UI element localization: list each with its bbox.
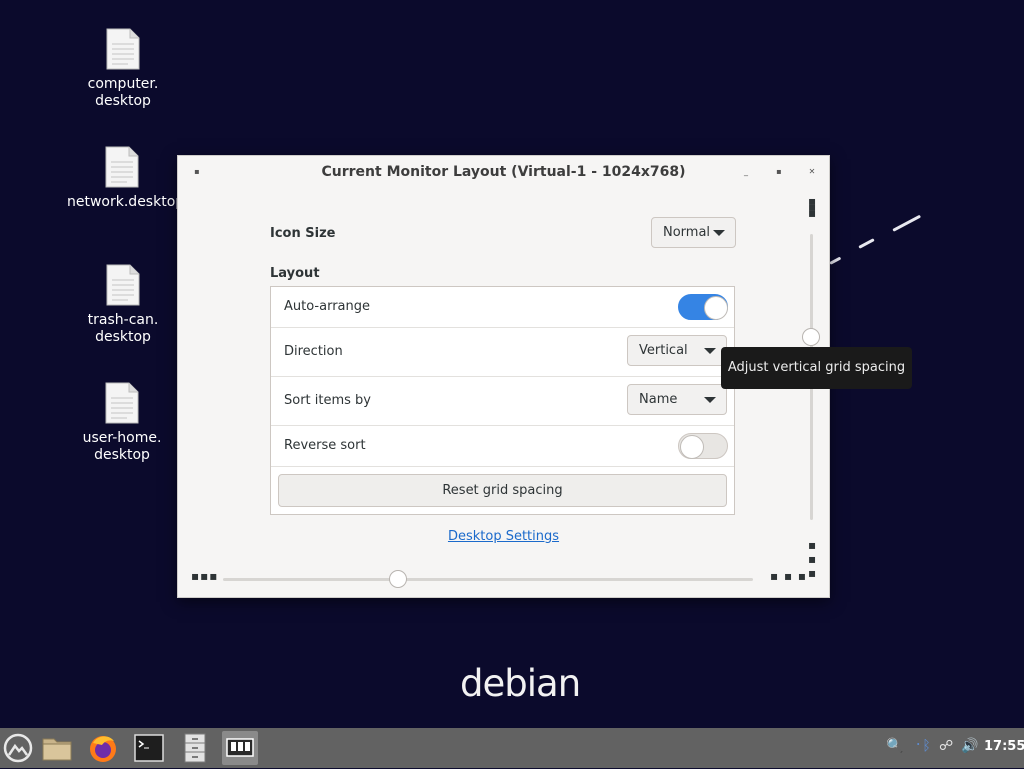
- minimize-icon[interactable]: _: [741, 167, 751, 177]
- auto-arrange-switch[interactable]: [678, 294, 728, 320]
- cabinet-icon[interactable]: [177, 731, 213, 765]
- sort-label: Sort items by: [284, 393, 372, 408]
- file-manager-icon[interactable]: [39, 731, 75, 765]
- reset-grid-spacing-button[interactable]: Reset grid spacing: [278, 474, 727, 507]
- debian-swirl-line: [829, 256, 842, 265]
- terminal-icon[interactable]: [131, 731, 167, 765]
- desktop-icon-network[interactable]: network.desktop: [67, 146, 185, 211]
- desktop-settings-link[interactable]: Desktop Settings: [178, 529, 829, 544]
- direction-label: Direction: [284, 344, 343, 359]
- window-title: Current Monitor Layout (Virtual-1 - 1024…: [321, 164, 686, 180]
- switch-knob: [680, 435, 704, 459]
- desktop-icon-label: computer. desktop: [87, 76, 159, 109]
- horizontal-grip-right-icon: ▪ ▪ ▪: [770, 569, 808, 583]
- sort-dropdown[interactable]: Name: [627, 384, 727, 415]
- window-titlebar[interactable]: ▪ Current Monitor Layout (Virtual-1 - 10…: [178, 156, 829, 188]
- desktop-icon-label: network.desktop: [67, 194, 185, 210]
- icon-size-label: Icon Size: [270, 226, 336, 241]
- icon-size-value: Normal: [663, 225, 711, 240]
- reverse-sort-label: Reverse sort: [284, 438, 366, 453]
- tooltip: Adjust vertical grid spacing: [721, 347, 912, 389]
- document-icon: [106, 28, 140, 70]
- document-icon: [105, 382, 139, 424]
- debian-swirl-line: [858, 238, 875, 249]
- firefox-icon[interactable]: [85, 731, 121, 765]
- network-icon[interactable]: ☍: [939, 738, 953, 754]
- horizontal-grip-left-icon: ▪▪▪: [191, 569, 219, 583]
- horizontal-spacing-slider[interactable]: [223, 570, 753, 588]
- direction-row: Direction Vertical: [271, 328, 734, 377]
- desktop-icon-label: user-home. desktop: [82, 430, 162, 463]
- document-icon: [106, 264, 140, 306]
- sort-value: Name: [639, 392, 678, 407]
- vertical-grip-bottom-icon: ▪ ▪ ▪: [808, 538, 818, 580]
- bluetooth-icon[interactable]: ᛫ᛒ: [914, 738, 931, 754]
- display-settings-icon[interactable]: [222, 731, 258, 765]
- desktop-icon-user-home[interactable]: user-home. desktop: [67, 382, 177, 464]
- chevron-down-icon: [704, 348, 716, 354]
- screen-tool-icon[interactable]: 🔍: [886, 738, 903, 754]
- icon-size-dropdown[interactable]: Normal: [651, 217, 736, 248]
- desktop-icon-computer[interactable]: computer. desktop: [68, 28, 178, 110]
- close-icon[interactable]: ✕: [807, 167, 817, 177]
- desktop-icon-label: trash-can. desktop: [87, 312, 159, 345]
- volume-icon[interactable]: 🔊: [961, 738, 978, 754]
- direction-value: Vertical: [639, 343, 688, 358]
- clock[interactable]: 17:55: [984, 739, 1024, 754]
- auto-arrange-row: Auto-arrange: [271, 287, 734, 328]
- reverse-sort-row: Reverse sort: [271, 426, 734, 467]
- vertical-grip-top-icon: ▪ ▪ ▪: [808, 194, 818, 220]
- chevron-down-icon: [713, 230, 725, 236]
- taskbar: 🔍 ᛫ᛒ ☍ 🔊 17:55: [0, 728, 1024, 768]
- maximize-icon[interactable]: ▪: [774, 167, 784, 177]
- debian-swirl-line: [892, 214, 922, 232]
- auto-arrange-label: Auto-arrange: [284, 299, 370, 314]
- debian-logo: debian: [460, 662, 581, 705]
- menu-icon[interactable]: [0, 731, 36, 765]
- chevron-down-icon: [704, 397, 716, 403]
- direction-dropdown[interactable]: Vertical: [627, 335, 727, 366]
- reverse-sort-switch[interactable]: [678, 433, 728, 459]
- slider-handle[interactable]: [388, 570, 407, 588]
- layout-list: Auto-arrange Direction Vertical Sort ite…: [270, 286, 735, 515]
- switch-knob: [704, 296, 728, 320]
- document-icon: [105, 146, 139, 188]
- sort-row: Sort items by Name: [271, 377, 734, 426]
- desktop-icon-trash[interactable]: trash-can. desktop: [68, 264, 178, 346]
- layout-label: Layout: [270, 266, 320, 281]
- slider-handle[interactable]: [802, 327, 820, 346]
